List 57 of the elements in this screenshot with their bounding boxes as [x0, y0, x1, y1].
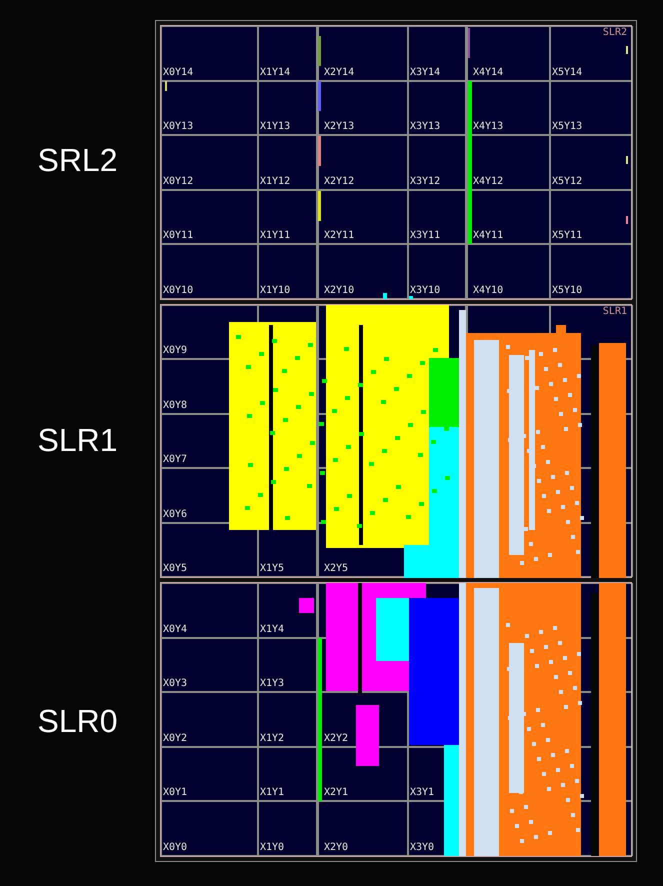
region-label: SLR1	[37, 420, 118, 460]
clock-region-label: X0Y3	[162, 679, 188, 692]
clock-region-label: X4Y10	[472, 286, 504, 298]
clock-region-label: X2Y1	[323, 788, 348, 800]
clock-region-label: X4Y12	[472, 176, 504, 189]
clock-region-label: X2Y12	[323, 176, 354, 189]
region-label: SLR0	[37, 702, 118, 740]
clock-region-label: X1Y10	[259, 286, 290, 298]
clock-region-label: X5Y13	[551, 122, 582, 134]
clock-region-label: X2Y0	[323, 843, 348, 855]
clock-region-label: X1Y4	[259, 624, 284, 637]
clock-region-label: X3Y10	[409, 286, 440, 298]
clock-region-label: X1Y1	[259, 788, 284, 800]
clock-region-label: X3Y11	[409, 231, 440, 244]
clock-region-label: X4Y11	[472, 231, 504, 244]
clock-region-label: X0Y5	[162, 564, 188, 576]
clock-region-label: X1Y11	[259, 231, 290, 244]
clock-region-label: X1Y2	[259, 734, 284, 746]
clock-region-label: X0Y12	[162, 176, 194, 189]
clock-region-label: X1Y14	[259, 68, 290, 80]
region-label: SRL2	[37, 141, 118, 180]
clock-region-label: X5Y12	[551, 176, 582, 189]
slr-name: SLR2	[602, 28, 627, 38]
clock-region-label: X0Y6	[162, 510, 188, 522]
clock-region-label: X0Y11	[162, 231, 194, 244]
clock-region-label: X0Y8	[162, 400, 188, 413]
clock-region-label: X0Y1	[162, 788, 188, 800]
clock-region-label: X2Y11	[323, 231, 354, 244]
clock-region-label: X0Y2	[162, 734, 188, 746]
clock-region-label: X0Y0	[162, 843, 188, 855]
clock-region-label: X3Y1	[409, 788, 434, 800]
clock-region-label: X0Y10	[162, 286, 194, 298]
clock-region-label: X5Y10	[551, 286, 582, 298]
clock-region-label: X2Y14	[323, 68, 354, 80]
clock-region-label: X0Y13	[162, 122, 194, 134]
slr-name: SLR1	[602, 306, 627, 317]
clock-region-label: X4Y13	[472, 122, 504, 134]
clock-region-label: X1Y12	[259, 176, 290, 189]
clock-region-label: X0Y7	[162, 455, 188, 468]
clock-region-label: X3Y12	[409, 176, 440, 189]
clock-region-label: X0Y9	[162, 346, 188, 358]
clock-region-label: X0Y4	[162, 624, 188, 637]
clock-region-label: X1Y3	[259, 679, 284, 692]
clock-region-label: X2Y10	[323, 286, 354, 298]
clock-region-label: X2Y13	[323, 122, 354, 134]
clock-region-label: X1Y5	[259, 564, 284, 576]
clock-region-label: X2Y5	[323, 564, 348, 576]
clock-region-label: X1Y0	[259, 843, 284, 855]
clock-region-label: X3Y14	[409, 68, 440, 80]
clock-region-label: X3Y13	[409, 122, 440, 134]
clock-region-label: X2Y2	[323, 734, 348, 746]
clock-region-label: X4Y14	[472, 68, 504, 80]
clock-region-label: X0Y14	[162, 68, 194, 80]
clock-region-label: X5Y11	[551, 231, 582, 244]
clock-region-label: X3Y0	[409, 843, 434, 855]
clock-region-label: X1Y13	[259, 122, 290, 134]
clock-region-label: X5Y14	[551, 68, 582, 80]
